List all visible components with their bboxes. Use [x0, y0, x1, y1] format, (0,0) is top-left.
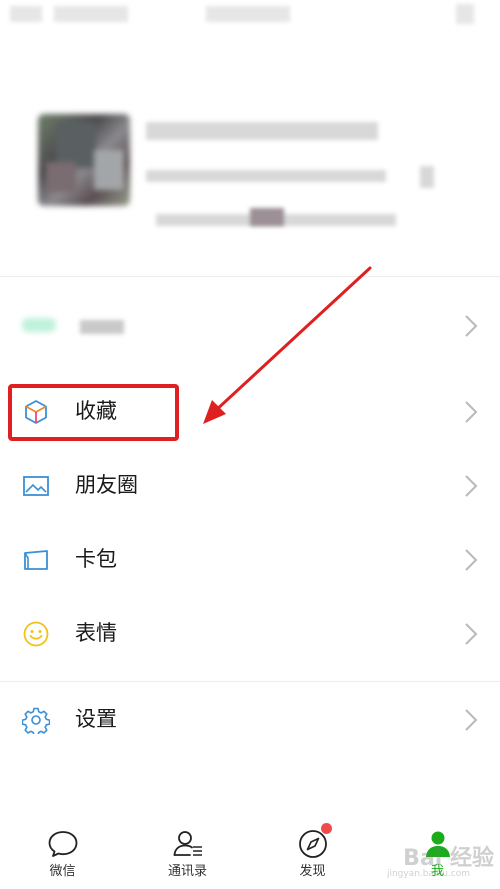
chevron-right-icon: [464, 708, 478, 732]
menu-item-favorites[interactable]: 收藏: [0, 374, 500, 448]
menu-item-label-blurred: [80, 320, 124, 334]
picture-icon: [22, 472, 50, 500]
avatar[interactable]: [38, 114, 130, 206]
notification-dot: [320, 823, 332, 834]
tab-label: 我: [430, 864, 444, 879]
me-icon: [421, 827, 455, 861]
menu-item-settings[interactable]: 设置: [0, 682, 500, 756]
menu-item-stickers[interactable]: 表情: [0, 596, 500, 670]
smiley-icon: [22, 620, 50, 648]
tab-label: 微信: [49, 864, 76, 879]
profile-status-thumb: [250, 208, 284, 226]
tab-chats[interactable]: 微信: [0, 827, 125, 889]
menu-item-moments[interactable]: 朋友圈: [0, 448, 500, 522]
gear-icon: [22, 706, 50, 734]
status-bar: [0, 0, 500, 30]
compass-icon: [296, 823, 332, 861]
menu-item-label: 朋友圈: [75, 473, 138, 497]
qr-code-blurred[interactable]: [420, 166, 434, 188]
tab-discover[interactable]: 发现: [250, 823, 375, 889]
chevron-right-icon: [464, 548, 478, 572]
card-wallet-icon: [22, 546, 50, 574]
tab-me[interactable]: 我: [375, 827, 500, 889]
chevron-right-icon: [464, 314, 478, 338]
profile-name-blurred: [146, 122, 378, 140]
profile-header[interactable]: [0, 30, 500, 276]
chevron-right-icon: [464, 622, 478, 646]
menu-item-label: 卡包: [75, 547, 117, 571]
divider: [0, 276, 500, 277]
tab-label: 通讯录: [167, 864, 207, 879]
chevron-right-icon: [464, 474, 478, 498]
menu-item-pay[interactable]: [0, 288, 500, 362]
tab-label: 发现: [299, 864, 326, 879]
menu-item-label: 表情: [75, 621, 117, 645]
pay-icon: [22, 318, 56, 332]
cube-icon: [22, 398, 50, 426]
profile-id-blurred: [146, 170, 386, 182]
tab-bar: 微信 通讯录 发现 我: [0, 815, 500, 889]
tab-contacts[interactable]: 通讯录: [125, 827, 250, 889]
menu-item-label: 设置: [75, 707, 117, 731]
chat-icon: [46, 827, 80, 861]
menu-item-label: 收藏: [75, 399, 117, 423]
menu-item-card-wallet[interactable]: 卡包: [0, 522, 500, 596]
chevron-right-icon: [464, 400, 478, 424]
contacts-icon: [171, 827, 205, 861]
